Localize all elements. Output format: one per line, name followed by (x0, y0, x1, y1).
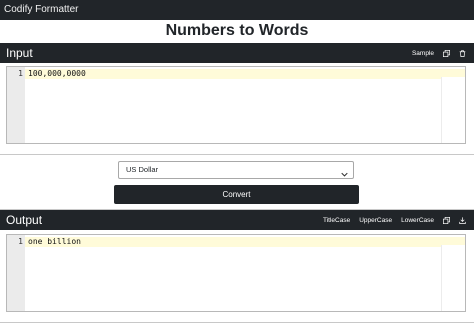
chevron-down-icon (341, 167, 348, 183)
output-editor[interactable]: 1 one billion (6, 234, 466, 312)
app-top-bar: Codify Formatter (0, 0, 474, 20)
output-panel-actions: TitleCase UpperCase LowerCase (323, 210, 466, 230)
download-icon[interactable] (459, 216, 466, 224)
input-code-text[interactable]: 100,000,0000 (28, 69, 86, 79)
app-title[interactable]: Codify Formatter (4, 4, 78, 15)
output-code-text[interactable]: one billion (28, 237, 81, 247)
currency-select-value: US Dollar (126, 165, 159, 174)
uppercase-button[interactable]: UpperCase (359, 217, 392, 224)
input-scrollbar[interactable] (441, 77, 465, 143)
copy-icon[interactable] (443, 216, 450, 224)
input-line-number: 1 (18, 69, 23, 78)
trash-icon[interactable] (459, 49, 466, 57)
input-panel-actions: Sample (412, 43, 466, 63)
section-divider (0, 154, 474, 155)
output-active-line (25, 237, 465, 247)
page-title: Numbers to Words (165, 22, 309, 39)
output-panel-header: Output TitleCase UpperCase LowerCase (0, 210, 474, 230)
convert-button[interactable]: Convert (114, 185, 359, 204)
input-panel-title: Input (6, 46, 33, 60)
input-active-line (25, 69, 465, 79)
output-scrollbar[interactable] (441, 245, 465, 311)
sample-button[interactable]: Sample (412, 50, 434, 57)
titlecase-button[interactable]: TitleCase (323, 217, 350, 224)
section-divider (0, 322, 474, 323)
copy-icon[interactable] (443, 49, 450, 57)
output-line-number: 1 (18, 237, 23, 246)
input-editor[interactable]: 1 100,000,0000 (6, 66, 466, 144)
lowercase-button[interactable]: LowerCase (401, 217, 434, 224)
input-panel-header: Input Sample (0, 43, 474, 63)
currency-select[interactable]: US Dollar (118, 161, 354, 179)
output-panel-title: Output (6, 213, 43, 227)
